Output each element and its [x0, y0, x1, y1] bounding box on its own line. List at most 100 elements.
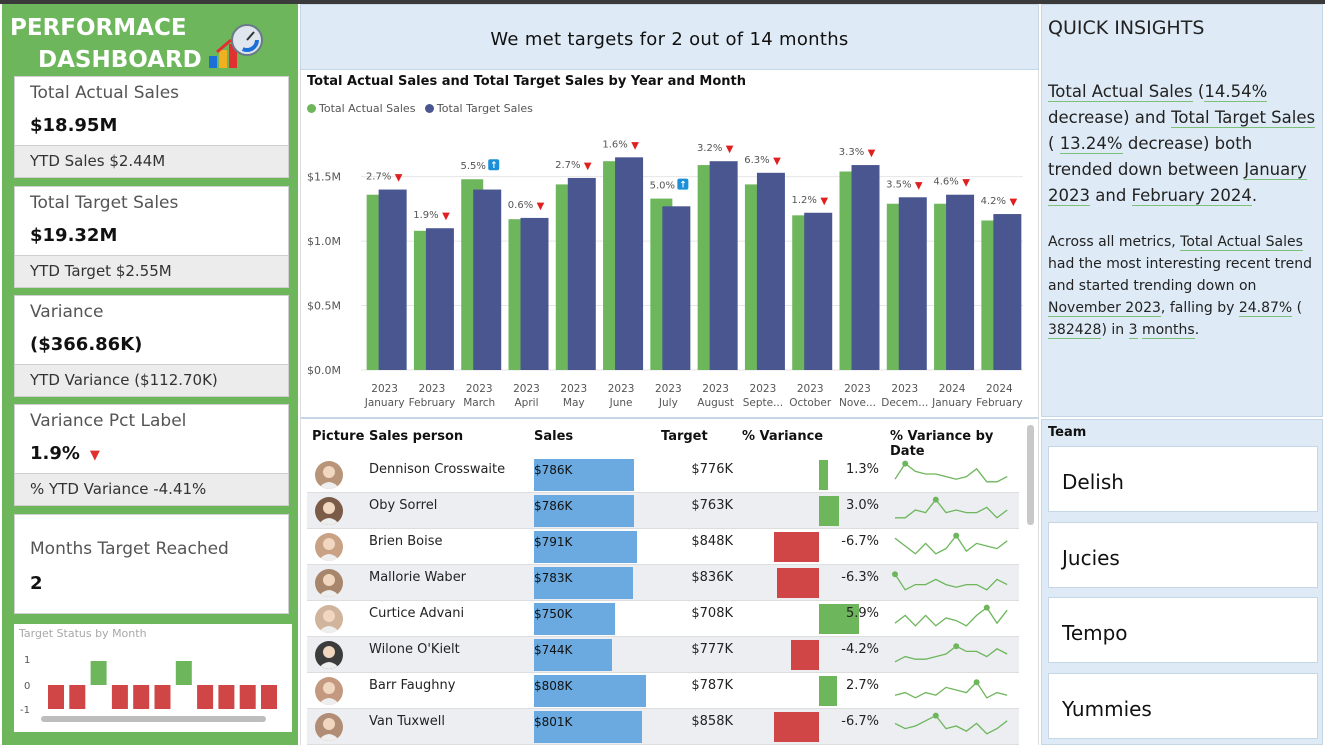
bar-target	[946, 194, 975, 370]
table-row[interactable]: Curtice Advani $750K $708K 5.9%	[307, 601, 1019, 637]
avatar	[315, 713, 343, 741]
team-option-label: Delish	[1062, 470, 1124, 494]
team-slicer: Team Delish Jucies Tempo Yummies	[1041, 419, 1323, 745]
variance-databar	[774, 532, 819, 562]
team-option-label: Jucies	[1062, 546, 1120, 570]
kpi-card-variance[interactable]: Variance ($366.86K) YTD Variance ($112.7…	[14, 295, 289, 397]
x-tick-year: 2024	[986, 383, 1013, 395]
insight-text: had the most interesting recent trend an…	[1048, 256, 1312, 294]
table-row[interactable]: Van Tuxwell $801K $858K -6.7%	[307, 709, 1019, 745]
insight-text: ) in	[1101, 322, 1129, 338]
team-option-jucies[interactable]: Jucies	[1048, 522, 1318, 588]
variance-sparkline	[892, 571, 1008, 591]
sales-value: $786K	[534, 499, 573, 513]
kpi-card-variance-pct[interactable]: Variance Pct Label 1.9% ▼ % YTD Variance …	[14, 404, 289, 506]
table-row[interactable]: Brien Boise $791K $848K -6.7%	[307, 529, 1019, 565]
x-tick-month: January	[364, 397, 405, 409]
down-arrow-icon: ▼	[631, 140, 639, 151]
col-header-target[interactable]: Target	[661, 429, 708, 444]
x-tick-month: Nove...	[839, 397, 876, 409]
sales-databar: $786K	[534, 495, 635, 527]
variance-value: -4.2%	[841, 642, 879, 657]
mini-y-tick: -1	[20, 705, 30, 716]
insight-highlight: November 2023	[1048, 300, 1161, 317]
sales-value: $791K	[534, 535, 573, 549]
sales-databar: $808K	[534, 675, 646, 707]
sales-databar: $801K	[534, 711, 643, 743]
mini-bar-positive	[175, 661, 192, 685]
insight-text: .	[1194, 322, 1200, 338]
insight-highlight: 13.24%	[1059, 134, 1123, 154]
mini-scrollbar[interactable]	[41, 716, 266, 722]
mini-bar-positive	[90, 661, 107, 685]
table-row[interactable]: Wilone O'Kielt $744K $777K -4.2%	[307, 637, 1019, 673]
insights-title: QUICK INSIGHTS	[1048, 17, 1205, 39]
team-option-delish[interactable]: Delish	[1048, 446, 1318, 512]
insight-text: , falling by	[1160, 300, 1239, 316]
col-header-variance-by-date[interactable]: % Variance by Date	[890, 429, 1021, 459]
x-tick-month: February	[976, 397, 1023, 409]
bar-target	[898, 197, 927, 370]
team-option-yummies[interactable]: Yummies	[1048, 673, 1318, 739]
x-tick-month: February	[409, 397, 456, 409]
x-tick-month: January	[931, 397, 972, 409]
kpi-label: Total Target Sales	[30, 193, 179, 213]
team-option-tempo[interactable]: Tempo	[1048, 597, 1318, 663]
col-header-variance[interactable]: % Variance	[742, 429, 823, 444]
mini-bar-negative	[218, 685, 235, 709]
kpi-value: 1.9% ▼	[30, 443, 100, 464]
table-scrollbar[interactable]	[1027, 425, 1034, 525]
col-header-sales[interactable]: Sales	[534, 429, 573, 444]
mini-y-tick: 1	[24, 655, 30, 666]
kpi-card-target-sales[interactable]: Total Target Sales $19.32M YTD Target $2…	[14, 186, 289, 288]
y-tick-label: $0.5M	[307, 300, 341, 313]
down-arrow-icon: ▼	[442, 211, 450, 222]
kpi-card-months-reached[interactable]: Months Target Reached 2	[14, 514, 289, 614]
kpi-label: Variance	[30, 302, 104, 322]
insight-highlight: Total Actual Sales	[1048, 82, 1193, 102]
table-row[interactable]: Dennison Crosswaite $786K $776K 1.3%	[307, 457, 1019, 493]
variance-sparkline	[894, 643, 1008, 663]
bar-target	[567, 177, 596, 370]
sales-person-table: Picture Sales person Sales Target % Vari…	[300, 417, 1039, 745]
col-header-person[interactable]: Sales person	[369, 429, 463, 444]
y-tick-label: $1.5M	[307, 171, 341, 184]
insight-text: .	[1251, 186, 1258, 205]
insight-text: Across all metrics,	[1048, 234, 1181, 250]
table-row[interactable]: Oby Sorrel $786K $763K 3.0%	[307, 493, 1019, 529]
sparkline-marker	[932, 712, 939, 719]
mini-chart-svg: 1 0 -1	[20, 655, 277, 722]
sales-value: $750K	[534, 607, 573, 621]
data-label: 5.0%	[650, 181, 675, 192]
table-row[interactable]: Mallorie Waber $783K $836K -6.3%	[307, 565, 1019, 601]
bar-target	[804, 212, 833, 370]
sales-value: $783K	[534, 571, 573, 585]
x-tick-month: March	[463, 397, 495, 409]
sales-databar: $783K	[534, 567, 633, 599]
sparkline-path	[894, 645, 1008, 663]
sales-value: $801K	[534, 715, 573, 729]
data-label: 3.5%	[886, 179, 911, 190]
bar-target	[520, 217, 549, 370]
variance-value: -6.3%	[841, 570, 879, 585]
col-header-picture[interactable]: Picture	[312, 429, 364, 444]
mini-chart-title: Target Status by Month	[19, 627, 147, 640]
sparkline-path	[894, 573, 1008, 591]
data-label: 6.3%	[744, 155, 769, 166]
insight-text: and	[1090, 186, 1132, 205]
x-tick-year: 2023	[371, 383, 398, 395]
x-tick-month: April	[515, 397, 539, 409]
dashboard-logo-icon	[209, 24, 263, 68]
bar-target	[473, 189, 502, 370]
x-tick-month: July	[658, 397, 678, 409]
down-arrow-icon: ▼	[915, 180, 923, 191]
avatar	[315, 569, 343, 597]
mini-bar-negative	[69, 685, 86, 709]
x-tick-year: 2023	[702, 383, 729, 395]
kpi-card-actual-sales[interactable]: Total Actual Sales $18.95M YTD Sales $2.…	[14, 76, 289, 178]
kpi-sub-text: YTD Sales $2.44M	[30, 152, 166, 170]
table-row[interactable]: Barr Faughny $808K $787K 2.7%	[307, 673, 1019, 709]
insights-detail: Across all metrics, Total Actual Sales h…	[1048, 231, 1318, 341]
bar-target	[615, 157, 644, 370]
sales-chart[interactable]: Total Actual Sales and Total Target Sale…	[300, 70, 1039, 417]
